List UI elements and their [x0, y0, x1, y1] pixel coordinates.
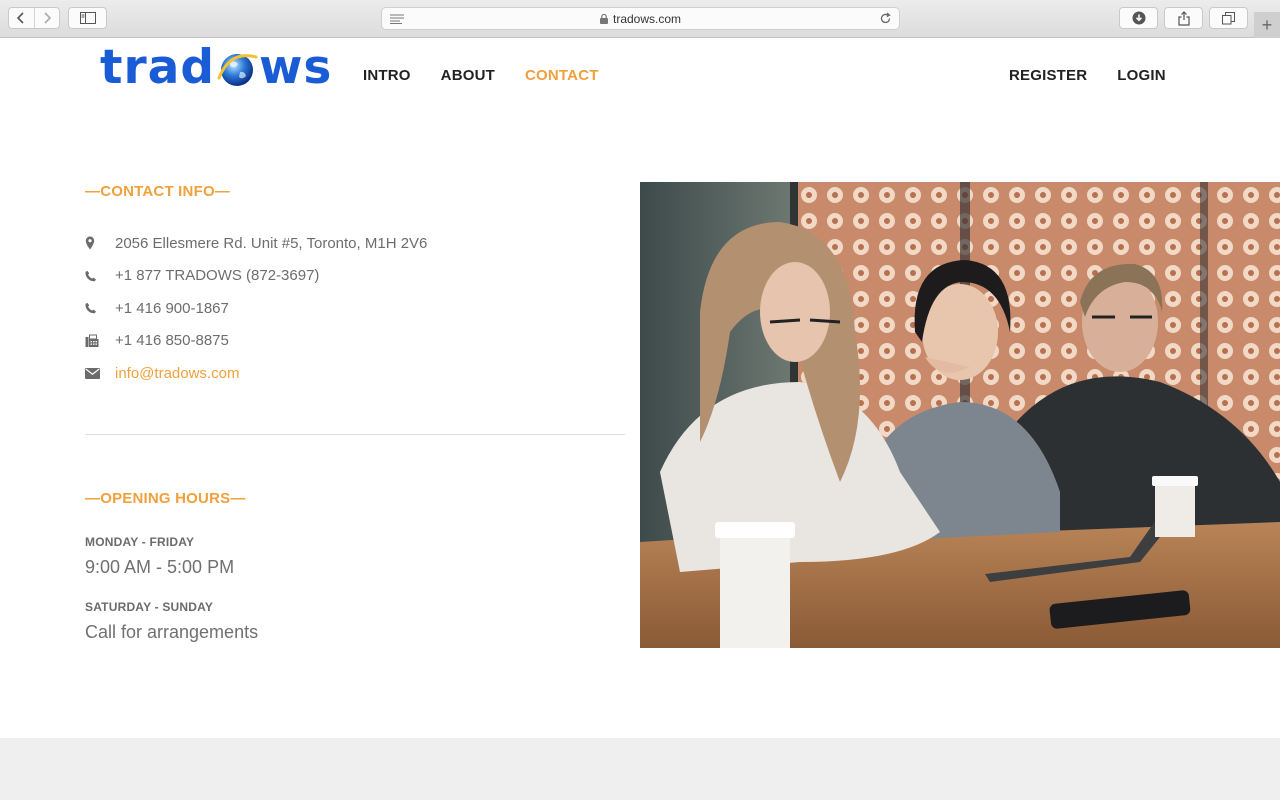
forward-button[interactable] — [33, 8, 59, 28]
browser-toolbar: tradows.com + — [0, 0, 1280, 38]
tabs-icon — [1222, 11, 1235, 24]
toll-free-phone[interactable]: +1 877 TRADOWS (872-3697) — [115, 267, 319, 284]
logo-text-left: trad — [100, 39, 216, 95]
login-link[interactable]: LOGIN — [1117, 67, 1166, 84]
plus-icon: + — [1261, 14, 1273, 35]
main-nav: INTRO ABOUT CONTACT — [363, 67, 629, 84]
nav-contact[interactable]: CONTACT — [525, 67, 599, 84]
url-text: tradows.com — [612, 11, 682, 26]
local-phone[interactable]: +1 416 900-1867 — [115, 300, 229, 317]
weekend-hours: Call for arrangements — [85, 622, 259, 642]
team-photo — [640, 182, 1280, 648]
downloads-button[interactable] — [1119, 7, 1158, 29]
reload-icon[interactable] — [879, 12, 892, 25]
nav-about[interactable]: ABOUT — [441, 67, 495, 84]
contact-info-list: 2056 Ellesmere Rd. Unit #5, Toronto, M1H… — [85, 227, 625, 390]
local-phone-row: +1 416 900-1867 — [85, 292, 625, 325]
site-logo[interactable]: trad ws — [100, 42, 332, 92]
chevron-left-icon — [17, 12, 25, 24]
map-marker-icon — [85, 233, 115, 253]
email-row: info@tradows.com — [85, 357, 625, 390]
opening-hours-title: —OPENING HOURS— — [85, 490, 246, 507]
sidebar-icon — [79, 12, 96, 24]
chevron-right-icon — [44, 12, 52, 24]
email-link[interactable]: info@tradows.com — [115, 365, 239, 382]
toll-free-row: +1 877 TRADOWS (872-3697) — [85, 260, 625, 293]
sidebar-toggle-button[interactable] — [68, 7, 107, 29]
phone-icon — [85, 266, 115, 286]
address-bar[interactable]: tradows.com — [381, 7, 900, 30]
share-icon — [1177, 10, 1190, 26]
address-row: 2056 Ellesmere Rd. Unit #5, Toronto, M1H… — [85, 227, 625, 260]
register-link[interactable]: REGISTER — [1009, 67, 1087, 84]
nav-intro[interactable]: INTRO — [363, 67, 411, 84]
share-button[interactable] — [1164, 7, 1203, 29]
auth-nav: REGISTER LOGIN — [1009, 67, 1166, 84]
back-button[interactable] — [9, 8, 34, 28]
tabs-overview-button[interactable] — [1209, 7, 1248, 29]
fax-number: +1 416 850-8875 — [115, 332, 229, 350]
phone-icon — [85, 298, 115, 318]
weekend-label: SATURDAY - SUNDAY — [85, 600, 214, 614]
download-icon — [1132, 11, 1145, 25]
contact-info-title: —CONTACT INFO— — [85, 183, 231, 200]
address-text: 2056 Ellesmere Rd. Unit #5, Toronto, M1H… — [115, 234, 428, 252]
history-buttons — [8, 7, 60, 29]
weekday-hours: 9:00 AM - 5:00 PM — [85, 557, 235, 577]
lock-icon — [599, 13, 608, 24]
fax-row: +1 416 850-8875 — [85, 325, 625, 358]
section-divider — [85, 434, 625, 435]
envelope-icon — [85, 363, 115, 383]
fax-icon — [85, 331, 115, 351]
logo-text-right: ws — [259, 39, 333, 95]
globe-icon — [217, 54, 258, 86]
new-tab-button[interactable]: + — [1254, 12, 1280, 38]
footer-band — [0, 738, 1280, 800]
weekday-label: MONDAY - FRIDAY — [85, 535, 195, 549]
